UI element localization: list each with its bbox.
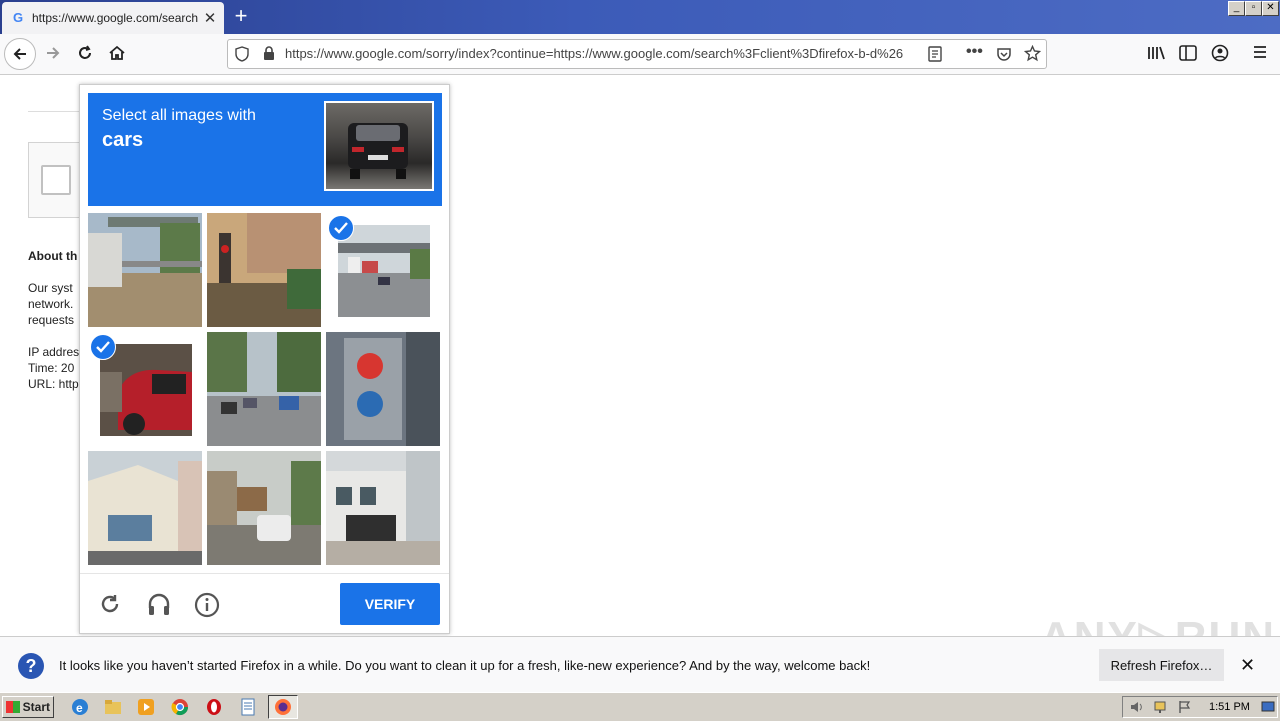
notepad-icon[interactable] — [238, 697, 258, 717]
tile-8[interactable] — [207, 451, 321, 565]
home-button[interactable] — [102, 38, 132, 68]
recaptcha-challenge: Select all images with cars VERIFY — [79, 84, 450, 634]
question-icon: ? — [18, 653, 44, 679]
firefox-icon — [275, 699, 291, 715]
tab-title: https://www.google.com/search?c — [32, 11, 198, 25]
explorer-icon[interactable] — [103, 697, 123, 717]
home-icon — [109, 45, 125, 60]
info-icon[interactable] — [194, 592, 220, 621]
system-tray: 1:51 PM — [1122, 696, 1278, 718]
bg-line-4: IP addres — [28, 345, 80, 359]
tile-3-check-icon — [328, 215, 354, 241]
account-icon[interactable] — [1211, 44, 1229, 65]
reload-icon[interactable] — [98, 592, 122, 619]
new-tab-icon[interactable]: + — [230, 5, 252, 27]
minimize-icon[interactable]: _ — [1228, 1, 1245, 16]
page-actions-icon[interactable]: ••• — [966, 43, 983, 61]
sample-image — [324, 101, 434, 191]
bg-line-6: URL: http — [28, 377, 79, 391]
challenge-footer: VERIFY — [80, 573, 449, 634]
tile-6[interactable] — [326, 332, 440, 446]
start-button[interactable]: Start — [2, 696, 54, 718]
network-icon[interactable] — [1153, 699, 1169, 718]
about-heading: About th — [28, 249, 78, 263]
tile-2[interactable] — [207, 213, 321, 327]
verify-button[interactable]: VERIFY — [340, 583, 440, 625]
challenge-header: Select all images with cars — [88, 93, 442, 206]
challenge-target: cars — [102, 129, 144, 151]
restore-icon[interactable]: ▫ — [1245, 1, 1262, 16]
bg-line-1: Our syst — [28, 281, 73, 295]
recaptcha-checkbox[interactable] — [41, 165, 71, 195]
google-favicon-icon: G — [12, 10, 24, 25]
tab-close-icon[interactable]: ✕ — [202, 9, 218, 27]
windows-logo-icon — [6, 701, 20, 713]
tile-5[interactable] — [207, 332, 321, 446]
bg-line-3: requests — [28, 313, 75, 327]
bg-line-5: Time: 20 — [28, 361, 75, 375]
browser-tab[interactable]: G https://www.google.com/search?c ✕ — [2, 2, 224, 34]
reload-button[interactable] — [70, 38, 100, 68]
show-desktop-icon[interactable] — [1261, 700, 1275, 717]
notification-close-icon[interactable]: ✕ — [1240, 655, 1255, 676]
opera-icon[interactable] — [204, 697, 224, 717]
svg-text:e: e — [76, 701, 83, 715]
reload-page-icon — [79, 45, 91, 59]
tile-9[interactable] — [326, 451, 440, 565]
firefox-taskbar-button[interactable] — [268, 695, 298, 719]
lock-icon[interactable] — [263, 46, 275, 64]
back-button[interactable] — [4, 38, 36, 70]
taskbar: Start e 1:51 PM — [0, 692, 1280, 721]
navigation-bar: https://www.google.com/sorry/index?conti… — [0, 34, 1280, 75]
ie-icon[interactable]: e — [70, 697, 90, 717]
shield-icon[interactable] — [235, 46, 249, 65]
challenge-instruction: Select all images with — [102, 107, 256, 124]
bookmark-star-icon[interactable] — [1023, 44, 1042, 65]
url-text[interactable]: https://www.google.com/sorry/index?conti… — [285, 46, 923, 61]
tile-4-check-icon — [90, 334, 116, 360]
forward-arrow-icon — [47, 47, 60, 59]
start-label: Start — [22, 700, 50, 714]
sidebar-icon[interactable] — [1179, 45, 1197, 64]
back-arrow-icon — [13, 48, 26, 60]
flag-icon[interactable] — [1177, 699, 1193, 718]
url-bar[interactable]: https://www.google.com/sorry/index?conti… — [227, 39, 1047, 69]
pocket-icon[interactable] — [996, 46, 1012, 65]
tab-strip: G https://www.google.com/search?c ✕ + _ … — [0, 0, 1280, 34]
media-player-icon[interactable] — [136, 697, 156, 717]
forward-button[interactable] — [38, 38, 68, 68]
notification-bar: ? It looks like you haven’t started Fire… — [0, 636, 1280, 693]
menu-icon[interactable] — [1252, 45, 1268, 62]
notification-text: It looks like you haven’t started Firefo… — [59, 658, 871, 673]
library-icon[interactable] — [1147, 45, 1165, 64]
chrome-icon[interactable] — [170, 697, 190, 717]
reader-view-icon[interactable] — [928, 46, 942, 65]
bg-line-2: network. — [28, 297, 74, 311]
volume-icon[interactable] — [1129, 699, 1145, 718]
headphones-icon[interactable] — [146, 591, 172, 620]
tile-1[interactable] — [88, 213, 202, 327]
tile-7[interactable] — [88, 451, 202, 565]
window-close-icon[interactable]: ✕ — [1262, 1, 1279, 16]
refresh-firefox-button[interactable]: Refresh Firefox… — [1099, 649, 1224, 681]
clock: 1:51 PM — [1209, 701, 1250, 713]
